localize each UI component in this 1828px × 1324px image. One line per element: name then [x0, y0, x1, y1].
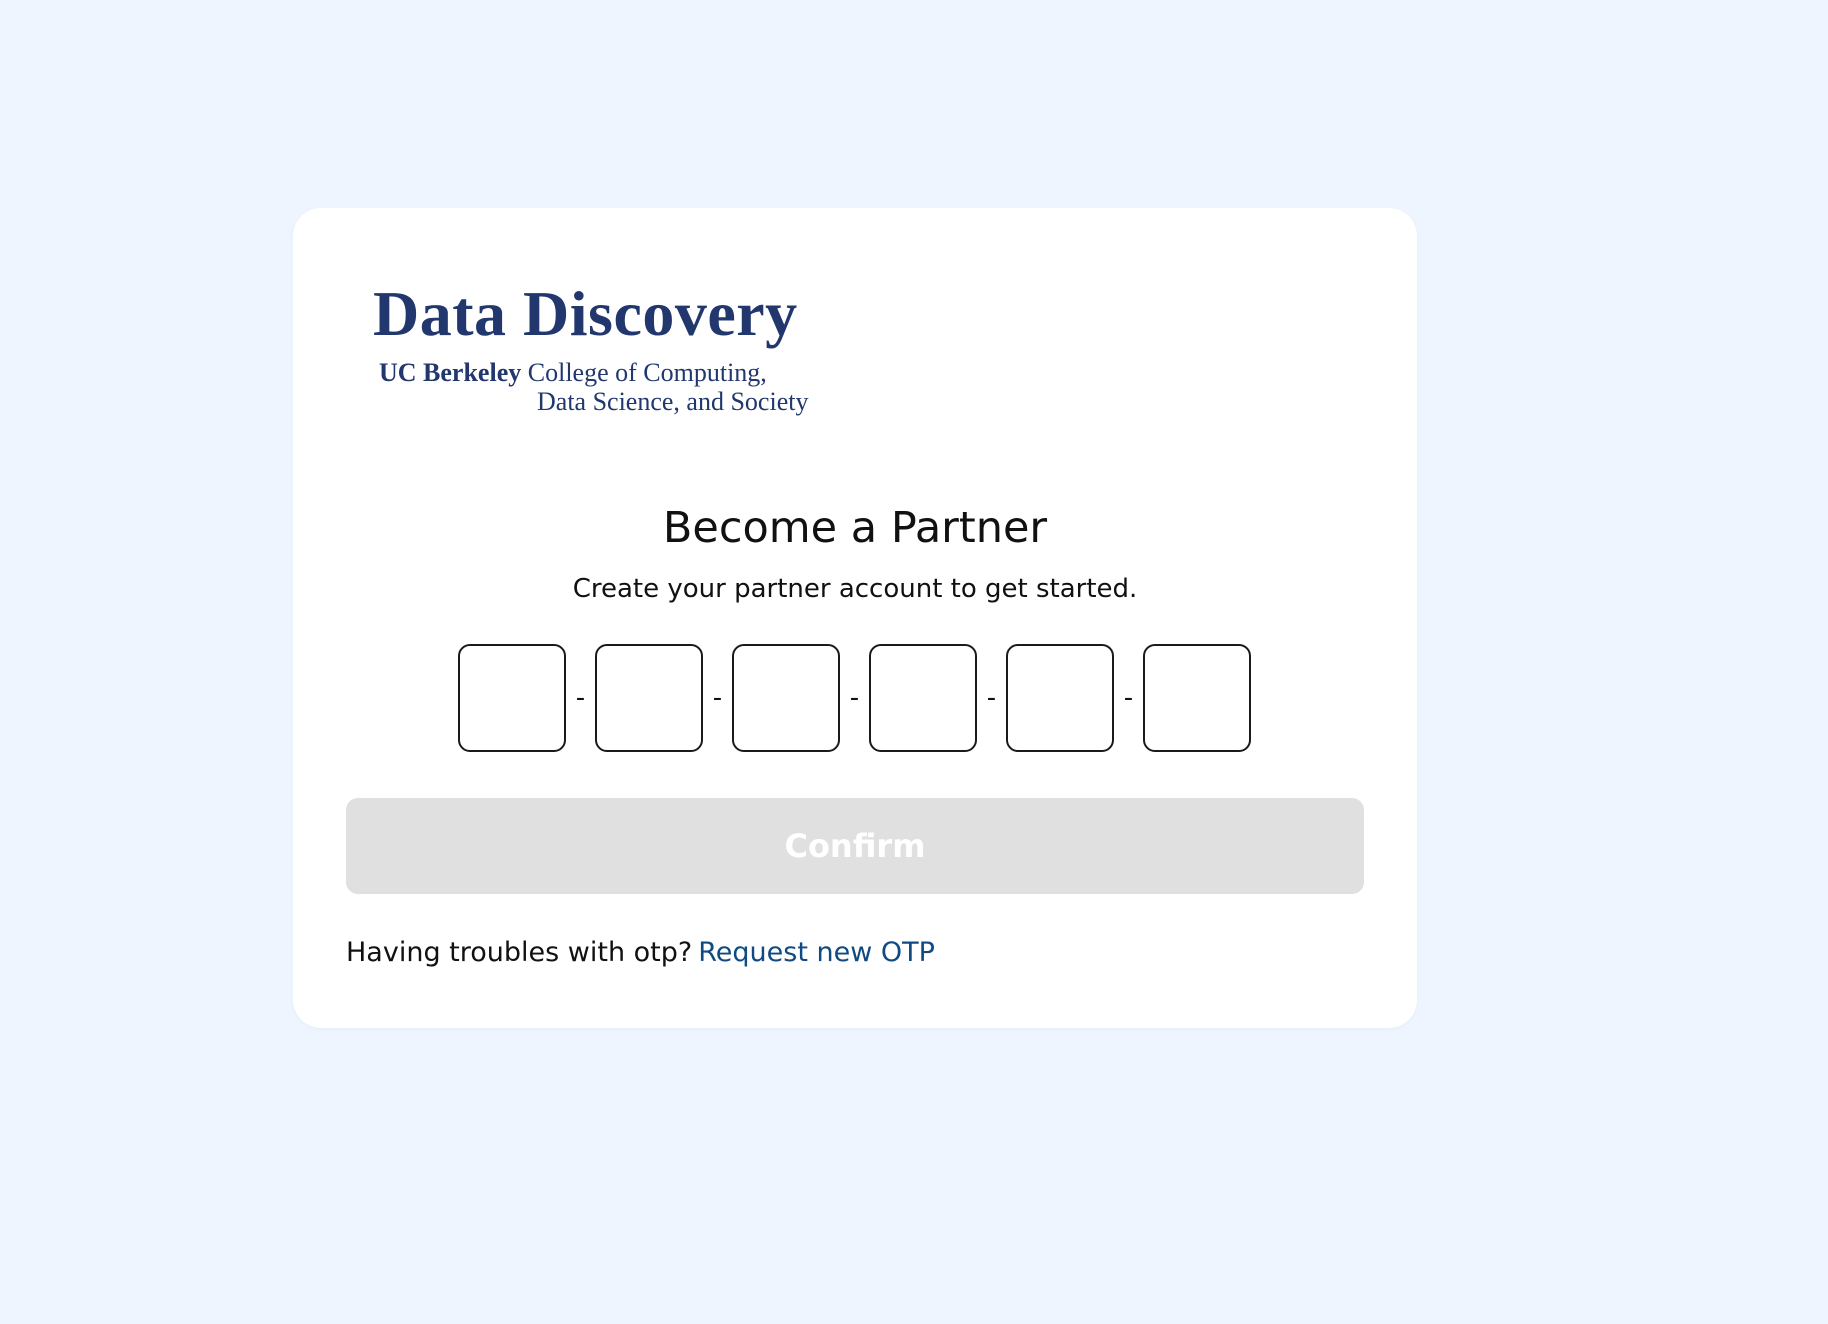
otp-help-text: Having troubles with otp?: [346, 937, 693, 968]
otp-card: Data Discovery UC Berkeley College of Co…: [293, 208, 1417, 1028]
otp-digit-2[interactable]: [595, 644, 703, 752]
data-discovery-logo: Data Discovery UC Berkeley College of Co…: [373, 278, 853, 418]
otp-digit-6[interactable]: [1143, 644, 1251, 752]
logo-subtitle-line-1: UC Berkeley College of Computing,: [379, 358, 767, 388]
request-new-otp-link[interactable]: Request new OTP: [698, 937, 935, 968]
otp-digit-4[interactable]: [869, 644, 977, 752]
otp-separator: -: [575, 683, 586, 713]
logo-title: Data Discovery: [373, 278, 798, 349]
logo-org-rest: College of Computing,: [527, 358, 767, 387]
otp-separator: -: [849, 683, 860, 713]
otp-digit-1[interactable]: [458, 644, 566, 752]
page-subtitle: Create your partner account to get start…: [572, 574, 1138, 604]
otp-separator: -: [1123, 683, 1134, 713]
otp-help-row: Having troubles with otp? Request new OTP: [346, 934, 935, 972]
logo-subtitle-line-2: Data Science, and Society: [537, 387, 809, 416]
page-title: Become a Partner: [662, 503, 1048, 553]
otp-digit-3[interactable]: [732, 644, 840, 752]
confirm-button[interactable]: Confirm: [346, 798, 1364, 894]
otp-separator: -: [712, 683, 723, 713]
logo-org-bold: UC Berkeley: [379, 358, 522, 387]
otp-input-group: - - - - -: [458, 644, 1251, 752]
otp-digit-5[interactable]: [1006, 644, 1114, 752]
otp-separator: -: [986, 683, 997, 713]
